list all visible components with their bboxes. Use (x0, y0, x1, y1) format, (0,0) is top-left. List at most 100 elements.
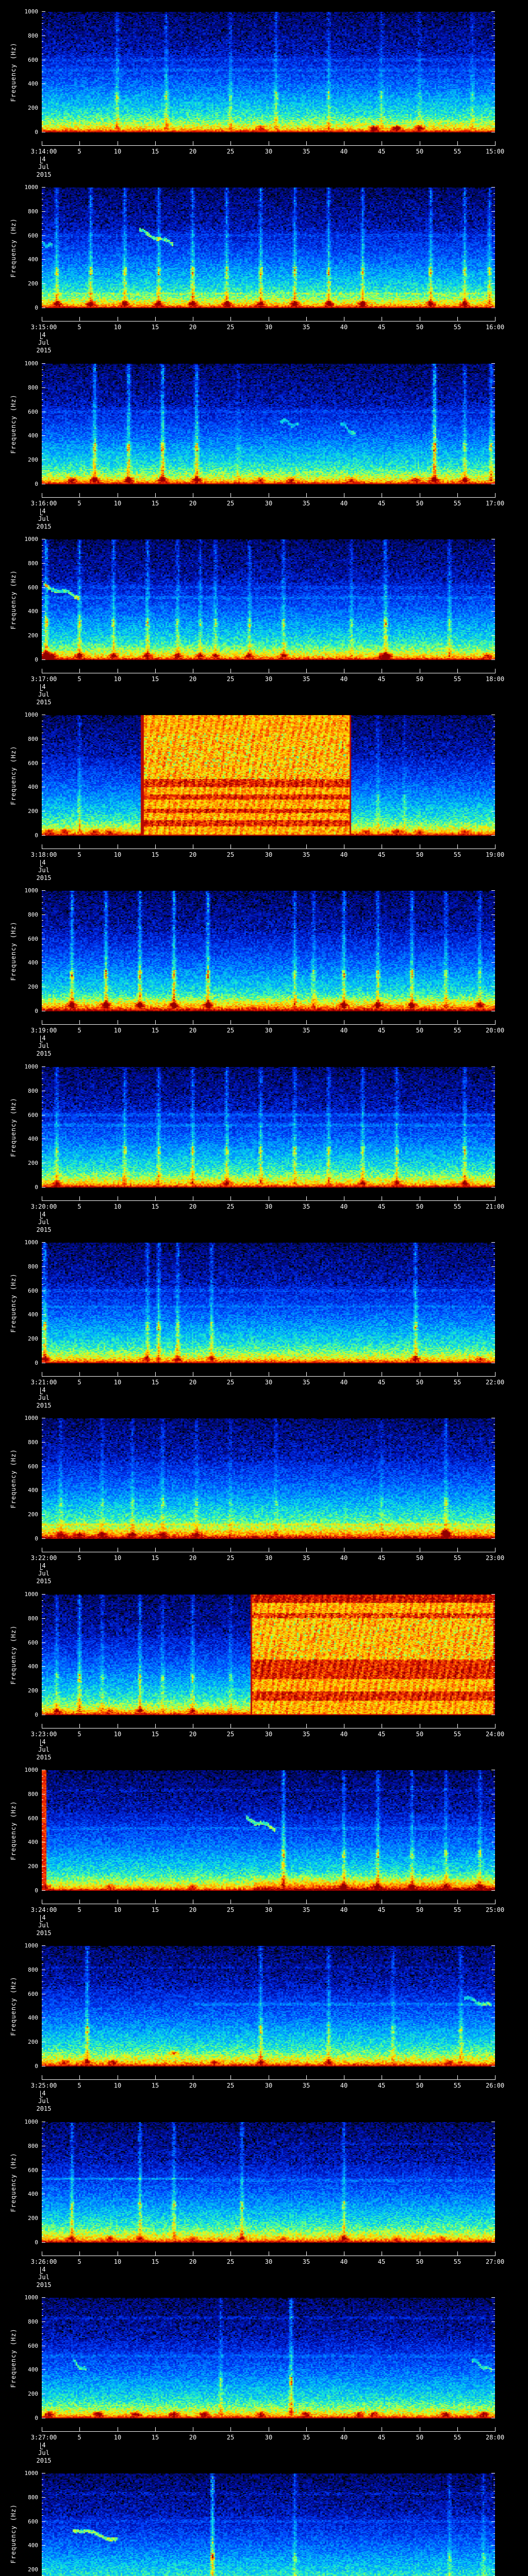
x-tick-label: 5 (77, 324, 81, 331)
y-axis-tick (42, 1514, 45, 1515)
x-axis-tick (457, 2251, 458, 2256)
y-axis-tick-right (493, 29, 495, 30)
y-axis-tick-right (491, 1066, 495, 1067)
x-tick-label: 30 (265, 1202, 273, 1210)
x-axis-tick (306, 2075, 307, 2080)
y-axis-tick (42, 423, 43, 424)
x-tick-label: 15 (151, 2258, 159, 2265)
y-axis-tick-right (493, 799, 495, 800)
x-axis-tick (230, 844, 231, 849)
x-tick-label: 45 (377, 2433, 386, 2441)
x-tick-label: 30 (265, 1554, 273, 1562)
x-tick-label: 45 (377, 1027, 386, 1035)
y-tick-label: 200 (28, 2390, 38, 2397)
y-axis-tick (42, 405, 43, 406)
plot-area (42, 539, 495, 660)
y-axis-tick-right (493, 653, 495, 654)
y-axis-tick-right (493, 2054, 495, 2055)
y-axis-tick-right (493, 1878, 495, 1879)
date-day-label: 4 (42, 859, 46, 867)
date-day-label: 4 (42, 1210, 46, 1218)
x-axis-tick (79, 1020, 80, 1025)
y-axis-tick-right (493, 902, 495, 903)
y-axis-tick-right (493, 926, 495, 927)
y-tick-label: 800 (28, 2142, 38, 2149)
date-day-label: 4 (42, 1738, 46, 1745)
y-axis-tick-right (493, 1168, 495, 1170)
y-tick-label: 800 (28, 1790, 38, 1798)
y-axis-tick (42, 2533, 43, 2534)
y-axis-tick (42, 902, 43, 903)
y-axis-tick-right (491, 659, 495, 660)
y-axis-tick (42, 962, 45, 963)
y-axis-tick-right (493, 817, 495, 818)
y-axis-tick (42, 763, 45, 764)
y-axis-tick-right (493, 2230, 495, 2231)
plot-area (42, 1418, 495, 1539)
x-axis-tick (155, 1372, 156, 1377)
x-tick-label: 10 (113, 1027, 122, 1035)
y-axis-tick (42, 2333, 43, 2334)
y-tick-label: 600 (28, 1287, 38, 1295)
y-axis-tick (42, 2170, 45, 2171)
x-tick-label: 40 (340, 851, 348, 859)
plot-area (42, 1594, 495, 1715)
x-end-time-label: 24:00 (485, 1730, 505, 1738)
x-axis-tick (230, 1020, 231, 1025)
y-axis-tick-right (493, 1284, 495, 1285)
y-axis-tick (42, 1187, 45, 1188)
y-axis-tick (42, 1332, 43, 1333)
plot-area (42, 1770, 495, 1891)
y-axis-tick-right (493, 1084, 495, 1085)
plot-area (42, 2122, 495, 2243)
x-axis-tick (495, 1196, 496, 1200)
x-tick-label: 35 (302, 1554, 310, 1562)
y-axis-tick-right (493, 265, 495, 266)
y-axis-tick-right (493, 2515, 495, 2516)
y-axis-tick (42, 29, 43, 30)
y-axis-tick (42, 47, 43, 48)
y-axis-tick (42, 581, 43, 582)
x-tick-label: 40 (340, 2258, 348, 2265)
y-axis-tick (42, 193, 43, 194)
y-axis-tick-right (491, 962, 495, 963)
date-month-label: Jul (38, 2097, 50, 2105)
x-tick-label: 50 (416, 851, 424, 859)
date-month-label: Jul (38, 2449, 50, 2456)
x-tick-label: 5 (77, 675, 81, 683)
x-tick-label: 25 (226, 2082, 235, 2090)
x-axis-tick (306, 1020, 307, 1025)
y-axis-tick-right (493, 1296, 495, 1297)
x-axis-tick (457, 317, 458, 321)
y-axis-tick (42, 1854, 43, 1855)
y-tick-label: 1000 (24, 1590, 39, 1598)
y-axis-tick-right (493, 101, 495, 102)
y-axis-tick-right (493, 896, 495, 897)
x-end-time-label: 22:00 (485, 1379, 505, 1386)
y-tick-label: 200 (28, 105, 38, 111)
y-axis-tick (42, 1957, 43, 1958)
x-tick-label: 20 (189, 675, 197, 683)
x-tick-label: 35 (302, 675, 310, 683)
x-axis-tick (155, 1723, 156, 1728)
y-tick-label: 800 (28, 384, 38, 391)
y-tick-label: 400 (28, 2542, 38, 2549)
y-axis-tick (42, 2369, 45, 2370)
x-tick-label: 10 (113, 1906, 122, 1913)
x-axis-tick (79, 2075, 80, 2080)
spectrogram-panel: 02004006008001000Frequency (Hz)510152025… (0, 703, 528, 882)
plot-area (42, 1243, 495, 1364)
x-axis-tick (230, 1196, 231, 1200)
x-axis-tick (457, 1899, 458, 1904)
spectrogram-panel: 02004006008001000Frequency (Hz)510152025… (0, 2462, 528, 2576)
y-axis-tick (42, 653, 43, 654)
x-tick-label: 40 (340, 2433, 348, 2441)
y-axis-tick-right (493, 1478, 495, 1479)
y-tick-label: 0 (35, 480, 38, 487)
y-axis-tick-right (493, 1872, 495, 1873)
y-axis-tick-right (491, 1466, 495, 1467)
y-axis-tick-right (493, 545, 495, 546)
y-axis-tick (42, 2242, 45, 2243)
y-tick-label: 200 (28, 456, 38, 463)
y-axis-tick (42, 799, 43, 800)
